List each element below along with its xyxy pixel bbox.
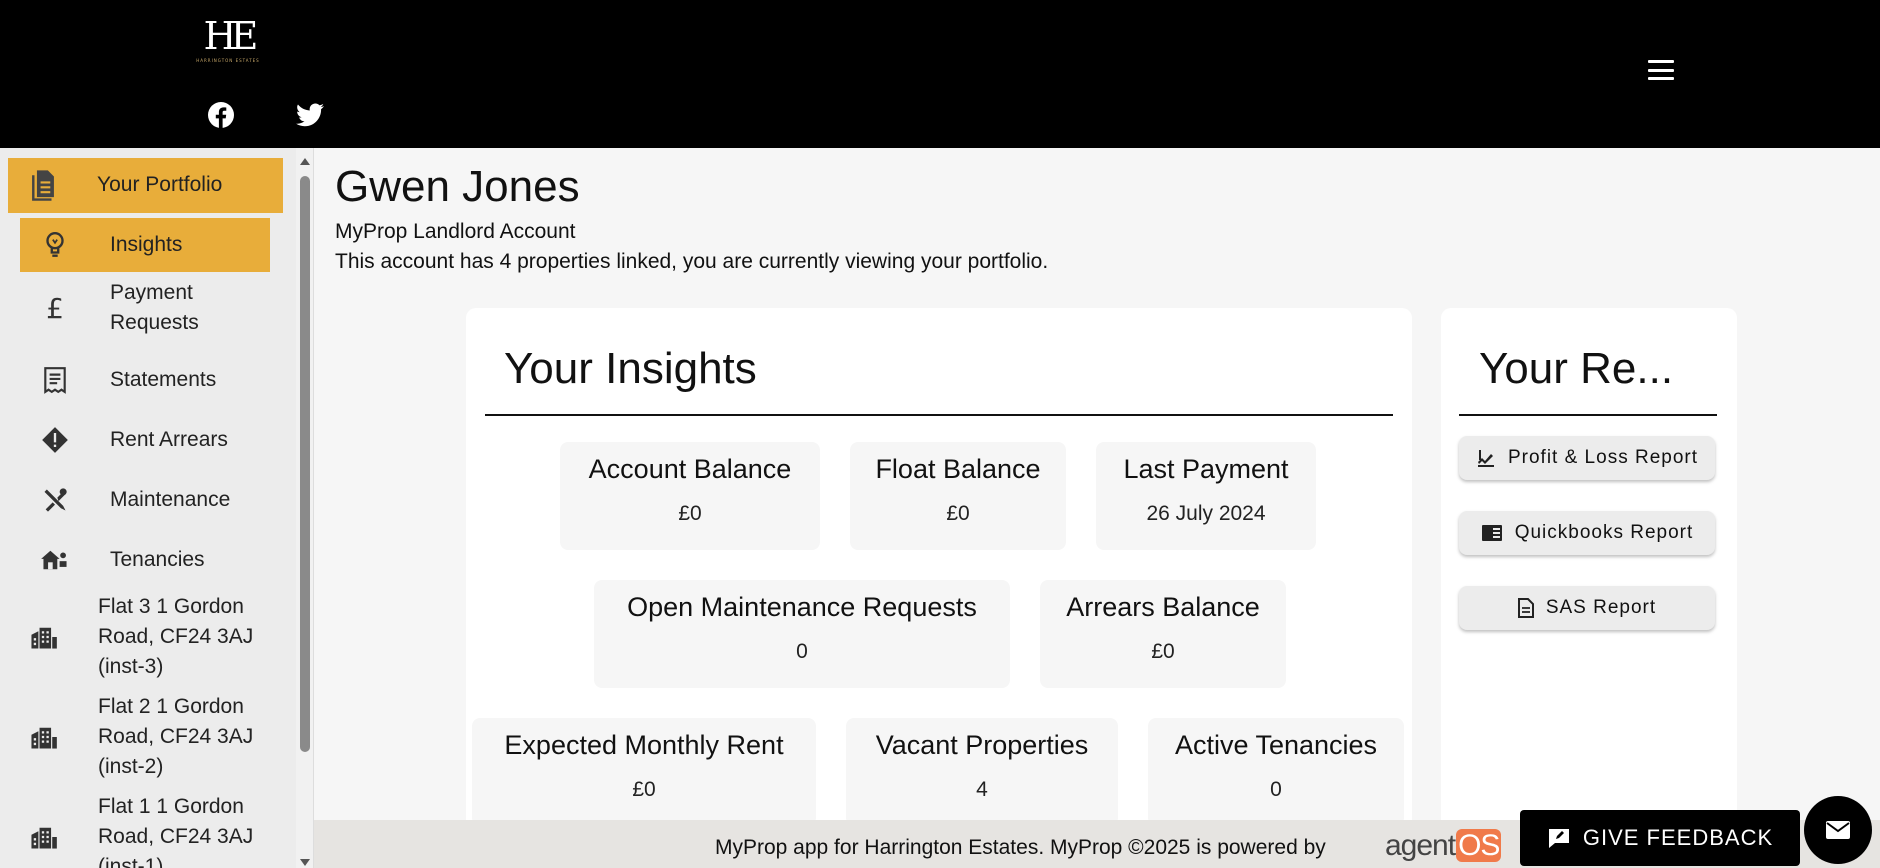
give-feedback-label: GIVE FEEDBACK <box>1582 825 1774 850</box>
profit-loss-report-button[interactable]: Profit & Loss Report <box>1459 436 1715 480</box>
stat-label: Expected Monthly Rent <box>504 730 784 760</box>
sidebar-item-tenancies[interactable]: Tenancies <box>20 540 270 580</box>
sidebar-item-label: Tenancies <box>110 548 205 571</box>
stat-label: Arrears Balance <box>1066 592 1260 622</box>
account-note: This account has 4 properties linked, yo… <box>335 250 1049 273</box>
stat-arrears-balance: Arrears Balance £0 <box>1040 580 1286 688</box>
harrington-estates-logo[interactable]: HE HARRINGTON ESTATES <box>196 16 260 66</box>
sidebar-scrollbar[interactable] <box>296 148 314 868</box>
sidebar-nav: Your Portfolio Insights £ Payment Reques… <box>0 148 296 868</box>
stat-account-balance: Account Balance £0 <box>560 442 820 550</box>
agentos-agent-text: agent <box>1385 829 1456 862</box>
reports-divider <box>1459 414 1717 416</box>
tools-icon <box>38 483 72 517</box>
stat-last-payment: Last Payment 26 July 2024 <box>1096 442 1316 550</box>
stat-value: £0 <box>946 502 970 525</box>
receipt-icon <box>38 363 72 397</box>
give-feedback-button[interactable]: GIVE FEEDBACK <box>1520 810 1800 866</box>
stat-float-balance: Float Balance £0 <box>850 442 1066 550</box>
stat-label: Open Maintenance Requests <box>627 592 977 622</box>
footer-text: MyProp app for Harrington Estates. MyPro… <box>715 836 1326 859</box>
sidebar-item-label: Flat 1 1 Gordon Road, CF24 3AJ (inst-1) <box>98 795 254 868</box>
building-icon <box>26 820 60 854</box>
agentos-os-text: OS <box>1456 829 1502 862</box>
logo-subtitle: HARRINGTON ESTATES <box>196 58 260 63</box>
sidebar-item-payment-requests[interactable]: £ Payment Requests <box>20 278 270 338</box>
house-people-icon <box>38 543 72 577</box>
button-label: Profit & Loss Report <box>1507 447 1699 468</box>
sidebar-item-label: Flat 3 1 Gordon Road, CF24 3AJ (inst-3) <box>98 595 254 678</box>
facebook-icon[interactable] <box>206 100 236 130</box>
stat-value: 4 <box>976 778 988 801</box>
scrollbar-thumb[interactable] <box>300 176 310 752</box>
hamburger-menu-icon[interactable] <box>1648 60 1674 80</box>
stat-label: Last Payment <box>1123 454 1289 484</box>
sidebar-item-label: Payment Requests <box>110 281 199 334</box>
reports-title: Your Re... <box>1479 344 1674 393</box>
stat-value: £0 <box>1151 640 1175 663</box>
button-label: SAS Report <box>1545 597 1657 618</box>
scroll-up-arrow-icon[interactable] <box>300 158 310 165</box>
stat-label: Active Tenancies <box>1174 730 1378 760</box>
insights-title: Your Insights <box>504 344 757 393</box>
sidebar-item-statements[interactable]: Statements <box>20 360 270 400</box>
top-header: HE HARRINGTON ESTATES <box>0 0 1880 148</box>
stat-label: Account Balance <box>588 454 792 484</box>
book-icon <box>1481 524 1503 542</box>
building-icon <box>26 620 60 654</box>
lightbulb-icon <box>38 228 72 262</box>
sidebar-item-label: Insights <box>110 233 183 256</box>
sidebar-item-label: Your Portfolio <box>97 173 223 196</box>
stat-label: Float Balance <box>875 454 1041 484</box>
sas-report-button[interactable]: SAS Report <box>1459 586 1715 630</box>
sidebar-item-label: Maintenance <box>110 488 231 511</box>
reports-card: Your Re... Profit & Loss Report Quickboo… <box>1441 308 1737 848</box>
main-content: Gwen Jones MyProp Landlord Account This … <box>314 148 1880 848</box>
pound-icon: £ <box>46 291 64 325</box>
stat-active-tenancies: Active Tenancies 0 <box>1148 718 1404 826</box>
warning-diamond-icon <box>38 423 72 457</box>
sidebar-item-rent-arrears[interactable]: Rent Arrears <box>20 420 270 460</box>
logo-mark: HE <box>203 14 259 58</box>
stat-open-maintenance-requests: Open Maintenance Requests 0 <box>594 580 1010 688</box>
building-icon <box>26 720 60 754</box>
sidebar-item-label: Flat 2 1 Gordon Road, CF24 3AJ (inst-2) <box>98 695 254 778</box>
insights-card: Your Insights Account Balance £0 Float B… <box>466 308 1412 848</box>
stat-value: £0 <box>678 502 702 525</box>
feedback-icon <box>1547 827 1571 849</box>
sidebar-item-label: Rent Arrears <box>110 428 228 451</box>
stat-vacant-properties: Vacant Properties 4 <box>846 718 1118 826</box>
quickbooks-report-button[interactable]: Quickbooks Report <box>1459 511 1715 555</box>
insights-divider <box>485 414 1393 416</box>
account-type: MyProp Landlord Account <box>335 220 576 243</box>
stat-value: 0 <box>796 640 808 663</box>
stat-value: £0 <box>632 778 656 801</box>
file-icon <box>1517 598 1534 618</box>
sidebar-item-label: Statements <box>110 368 217 391</box>
button-label: Quickbooks Report <box>1514 522 1694 543</box>
stat-label: Vacant Properties <box>875 730 1089 760</box>
sidebar-item-property-flat-2[interactable]: Flat 2 1 Gordon Road, CF24 3AJ (inst-2) <box>8 692 278 782</box>
page-title: Gwen Jones <box>335 162 580 211</box>
sidebar-item-property-flat-3[interactable]: Flat 3 1 Gordon Road, CF24 3AJ (inst-3) <box>8 592 278 682</box>
stat-value: 0 <box>1270 778 1282 801</box>
chart-hand-icon <box>1476 448 1496 468</box>
sidebar-item-insights[interactable]: Insights <box>20 218 270 272</box>
agentos-logo[interactable]: agent OS <box>1385 829 1502 863</box>
document-icon <box>26 168 60 202</box>
stat-value: 26 July 2024 <box>1146 502 1266 525</box>
sidebar-item-your-portfolio[interactable]: Your Portfolio <box>8 158 283 213</box>
twitter-icon[interactable] <box>295 100 325 130</box>
stat-expected-monthly-rent: Expected Monthly Rent £0 <box>472 718 816 826</box>
sidebar-item-maintenance[interactable]: Maintenance <box>20 480 270 520</box>
scroll-down-arrow-icon[interactable] <box>300 859 310 866</box>
mail-icon[interactable] <box>1804 796 1872 864</box>
sidebar-item-property-flat-1[interactable]: Flat 1 1 Gordon Road, CF24 3AJ (inst-1) <box>8 792 278 868</box>
